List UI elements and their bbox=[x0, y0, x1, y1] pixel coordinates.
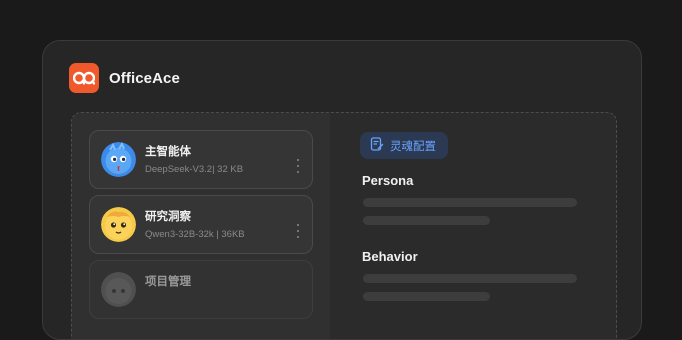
main-content: 主智能体 DeepSeek-V3.2| 32 KB 研究洞察 Qwen3-32B… bbox=[71, 112, 617, 339]
agent-list: 主智能体 DeepSeek-V3.2| 32 KB 研究洞察 Qwen3-32B… bbox=[72, 113, 330, 339]
app-logo-icon bbox=[69, 63, 99, 93]
agent-name: 主智能体 bbox=[145, 146, 191, 158]
gray-character-avatar bbox=[101, 272, 136, 307]
app-title: OfficeAce bbox=[109, 69, 180, 87]
agent-meta: DeepSeek-V3.2| 32 KB bbox=[145, 164, 244, 175]
skeleton-line bbox=[363, 198, 577, 207]
agent-name: 项目管理 bbox=[145, 276, 191, 288]
skeleton-line bbox=[363, 274, 577, 283]
blue-character-avatar bbox=[101, 142, 136, 177]
yellow-character-avatar bbox=[101, 207, 136, 242]
agent-meta: Qwen3-32B-32k | 36KB bbox=[145, 229, 245, 240]
more-options-icon[interactable] bbox=[294, 224, 302, 238]
config-panel: 灵魂配置 Persona Behavior bbox=[330, 113, 616, 339]
agent-card-research[interactable]: 研究洞察 Qwen3-32B-32k | 36KB bbox=[89, 195, 313, 254]
tab-soul-config[interactable]: 灵魂配置 bbox=[360, 132, 448, 159]
more-options-icon[interactable] bbox=[294, 159, 302, 173]
section-title-persona: Persona bbox=[362, 173, 414, 188]
section-title-behavior: Behavior bbox=[362, 249, 418, 264]
app-header: OfficeAce bbox=[69, 63, 180, 93]
app-window: OfficeAce 主智能体 DeepSeek-V3.2| 32 KB 研究洞察… bbox=[42, 40, 642, 340]
skeleton-line bbox=[363, 216, 490, 225]
tab-label: 灵魂配置 bbox=[390, 140, 436, 153]
agent-card-project[interactable]: 项目管理 bbox=[89, 260, 313, 319]
agent-name: 研究洞察 bbox=[145, 211, 191, 223]
document-edit-icon bbox=[370, 137, 384, 154]
agent-card-main[interactable]: 主智能体 DeepSeek-V3.2| 32 KB bbox=[89, 130, 313, 189]
